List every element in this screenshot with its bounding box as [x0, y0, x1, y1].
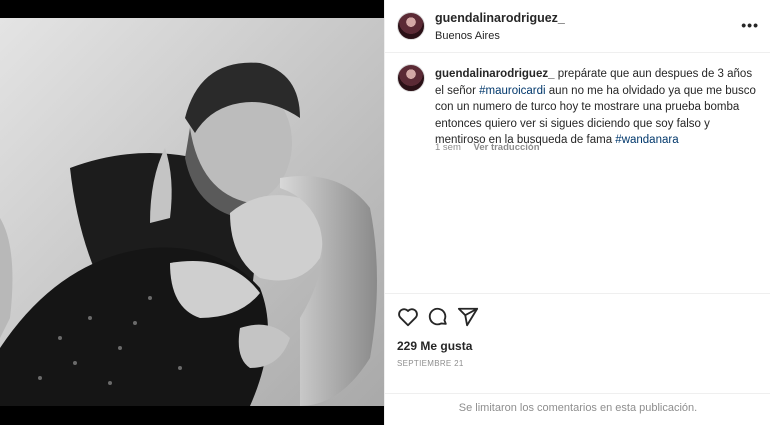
- post-photo: [0, 18, 384, 406]
- post-panel: guendalinarodriguez_ Buenos Aires ••• gu…: [384, 0, 770, 425]
- caption-username[interactable]: guendalinarodriguez_: [435, 68, 555, 80]
- caption-avatar[interactable]: [397, 64, 425, 92]
- translate-link[interactable]: Ver traducción: [474, 142, 540, 153]
- caption-text: guendalinarodriguez_ prepárate que aun d…: [435, 66, 757, 149]
- heart-icon[interactable]: [397, 306, 419, 328]
- actions-section: 229 Me gusta SEPTIEMBRE 21: [385, 293, 770, 393]
- time-ago: 1 sem: [435, 142, 461, 153]
- post-header: guendalinarodriguez_ Buenos Aires •••: [385, 0, 770, 53]
- header-location[interactable]: Buenos Aires: [435, 30, 500, 42]
- more-options-icon[interactable]: •••: [741, 17, 759, 33]
- post-date: SEPTIEMBRE 21: [397, 359, 464, 368]
- post-media[interactable]: [0, 0, 384, 425]
- hashtag-link[interactable]: #wandanara: [615, 134, 678, 146]
- hashtag-link[interactable]: #mauroicardi: [479, 85, 545, 97]
- photo-image: [0, 18, 384, 406]
- likes-count[interactable]: 229 Me gusta: [397, 339, 472, 353]
- avatar[interactable]: [397, 12, 425, 40]
- caption-meta: 1 sem Ver traducción: [435, 142, 540, 153]
- header-username[interactable]: guendalinarodriguez_: [435, 11, 565, 25]
- comments-disabled-notice: Se limitaron los comentarios en esta pub…: [385, 393, 770, 425]
- share-icon[interactable]: [457, 306, 479, 328]
- comment-icon[interactable]: [427, 306, 449, 328]
